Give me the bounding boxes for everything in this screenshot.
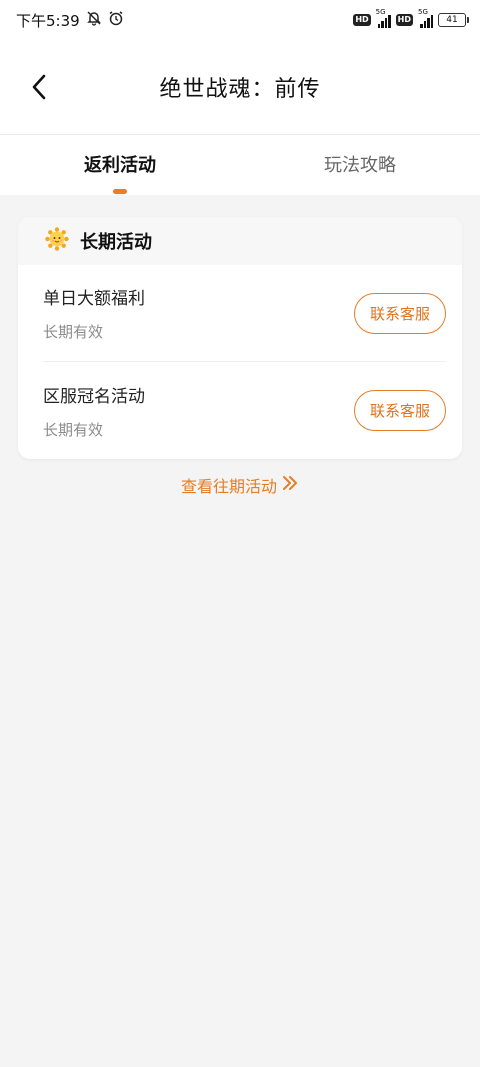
section-title: 长期活动 xyxy=(80,232,152,253)
sim2-network-label: 5G xyxy=(418,8,428,16)
view-past-activities-link[interactable]: 查看往期活动 xyxy=(18,473,462,497)
card-header: 长期活动 xyxy=(18,217,462,265)
main-content: 长期活动 单日大额福利 长期有效 联系客服 区服冠名活动 长期有效 联系客服 查… xyxy=(0,195,480,497)
activity-info: 单日大额福利 长期有效 xyxy=(43,284,145,342)
back-button[interactable] xyxy=(26,70,54,104)
long-term-activities-card: 长期活动 单日大额福利 长期有效 联系客服 区服冠名活动 长期有效 联系客服 xyxy=(18,217,462,459)
sim1-hd-badge: HD xyxy=(353,14,371,26)
tab-bar: 返利活动 玩法攻略 xyxy=(0,135,480,195)
tab-label: 返利活动 xyxy=(84,155,156,176)
active-tab-indicator xyxy=(113,189,127,194)
sim2-hd-badge: HD xyxy=(395,14,413,26)
nav-bar: 绝世战魂：前传 xyxy=(0,40,480,134)
battery-level: 41 xyxy=(446,15,458,25)
tab-label: 玩法攻略 xyxy=(324,155,396,176)
list-item: 单日大额福利 长期有效 联系客服 xyxy=(43,265,446,362)
activity-info: 区服冠名活动 长期有效 xyxy=(43,382,145,440)
activity-list: 单日大额福利 长期有效 联系客服 区服冠名活动 长期有效 联系客服 xyxy=(18,265,462,459)
sun-mascot-icon xyxy=(44,226,70,256)
activity-name: 区服冠名活动 xyxy=(43,386,145,407)
double-chevron-right-icon xyxy=(281,474,299,496)
page-title: 绝世战魂：前传 xyxy=(159,77,321,102)
sim2-signal-icon: 5G xyxy=(418,8,433,28)
chevron-left-icon xyxy=(32,74,46,100)
status-right: HD 5G HD 5G 41 xyxy=(353,8,469,28)
tab-rebate-activities[interactable]: 返利活动 xyxy=(0,135,240,195)
status-left: 下午5:39 xyxy=(16,10,124,31)
alarm-clock-icon xyxy=(108,10,124,30)
contact-support-button[interactable]: 联系客服 xyxy=(354,292,446,334)
tab-gameplay-guide[interactable]: 玩法攻略 xyxy=(240,135,480,195)
battery-icon: 41 xyxy=(438,13,469,27)
status-time: 下午5:39 xyxy=(16,11,80,30)
activity-validity: 长期有效 xyxy=(43,420,104,439)
list-item: 区服冠名活动 长期有效 联系客服 xyxy=(43,362,446,459)
top-area: 下午5:39 HD 5G HD 5G 41 绝世战魂：前传 返利活动 玩法攻略 xyxy=(0,0,480,195)
sim1-signal-icon: 5G xyxy=(376,8,391,28)
activity-name: 单日大额福利 xyxy=(43,289,145,309)
activity-validity: 长期有效 xyxy=(43,323,104,341)
contact-support-button[interactable]: 联系客服 xyxy=(354,390,446,431)
mute-bell-icon xyxy=(86,10,102,30)
history-link-label: 查看往期活动 xyxy=(180,477,277,496)
sim1-network-label: 5G xyxy=(375,8,386,16)
status-bar: 下午5:39 HD 5G HD 5G 41 xyxy=(0,0,480,40)
